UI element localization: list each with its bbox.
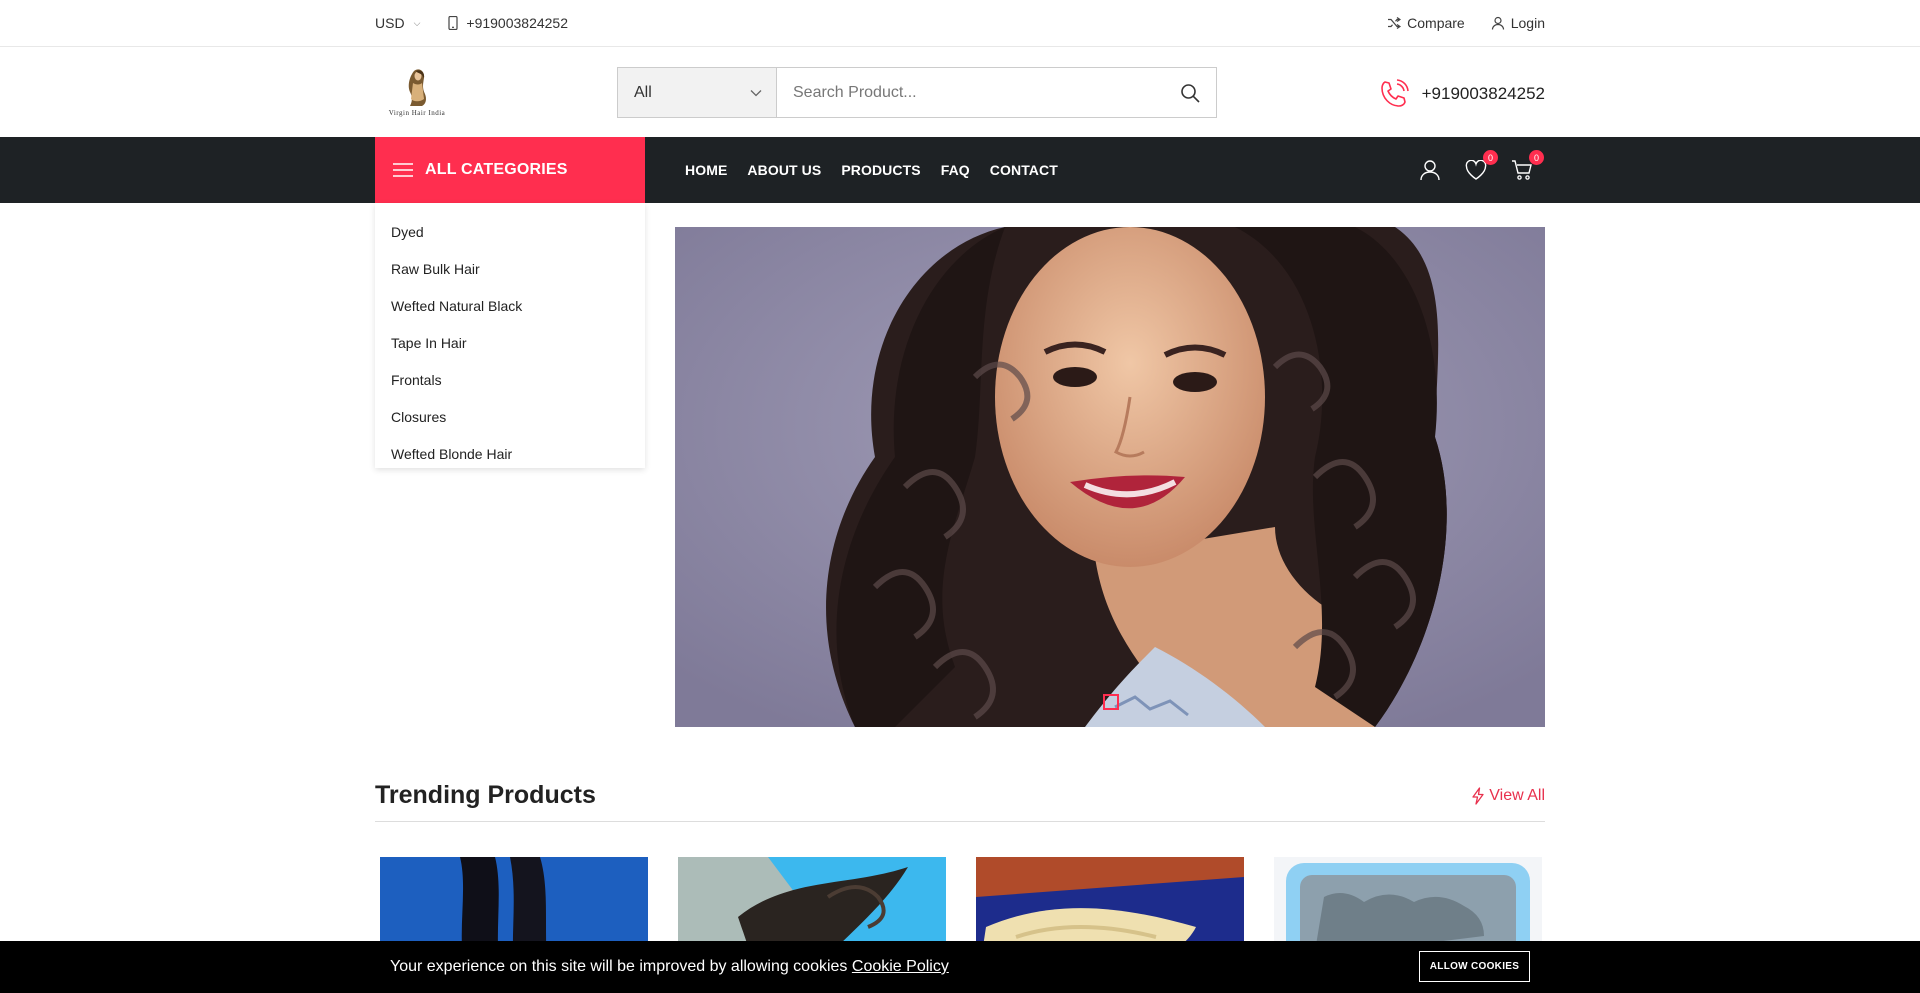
category-item-dyed[interactable]: Dyed	[375, 213, 645, 250]
trending-section-header: Trending Products View All	[375, 770, 1545, 822]
site-logo[interactable]: Virgin Hair India	[377, 67, 457, 117]
nav-products[interactable]: PRODUCTS	[841, 162, 920, 178]
category-item-raw-bulk-hair[interactable]: Raw Bulk Hair	[375, 250, 645, 287]
cookie-consent-bar: Your experience on this site will be imp…	[0, 941, 1920, 993]
mobile-phone-icon	[448, 16, 458, 30]
category-item-closures[interactable]: Closures	[375, 398, 645, 435]
topbar-phone-number: +919003824252	[466, 15, 568, 31]
lightning-icon	[1472, 786, 1484, 805]
search-button[interactable]	[1164, 68, 1216, 117]
main-menu: HOME ABOUT US PRODUCTS FAQ CONTACT	[685, 137, 1058, 203]
topbar-phone[interactable]: +919003824252	[446, 15, 568, 31]
currency-value: USD	[375, 15, 405, 31]
chevron-down-icon	[750, 89, 762, 96]
hero-model-image	[675, 227, 1545, 727]
nav-home[interactable]: HOME	[685, 162, 727, 178]
search-bar: All	[617, 67, 1217, 118]
nav-icons: 0 0	[1418, 137, 1544, 203]
user-icon	[1420, 160, 1440, 181]
main-navbar: ALL CATEGORIES HOME ABOUT US PRODUCTS FA…	[0, 137, 1920, 203]
login-label: Login	[1510, 15, 1545, 31]
search-category-value: All	[634, 83, 652, 101]
wishlist-button[interactable]: 0	[1464, 150, 1498, 182]
categories-dropdown: Dyed Raw Bulk Hair Wefted Natural Black …	[375, 203, 645, 468]
cart-count-badge: 0	[1529, 150, 1544, 165]
category-item-wefted-blonde-hair[interactable]: Wefted Blonde Hair	[375, 435, 645, 472]
account-button[interactable]	[1418, 158, 1442, 182]
cart-button[interactable]: 0	[1510, 150, 1544, 182]
category-item-frontals[interactable]: Frontals	[375, 361, 645, 398]
wishlist-count-badge: 0	[1483, 150, 1498, 165]
shuffle-icon	[1388, 17, 1402, 29]
heart-icon	[1465, 160, 1487, 180]
all-categories-button[interactable]: ALL CATEGORIES	[375, 137, 645, 203]
trending-title: Trending Products	[375, 781, 596, 809]
user-icon	[1491, 16, 1504, 30]
category-item-tape-in-hair[interactable]: Tape In Hair	[375, 324, 645, 361]
nav-about-us[interactable]: ABOUT US	[747, 162, 821, 178]
compare-link[interactable]: Compare	[1387, 15, 1465, 31]
compare-label: Compare	[1407, 15, 1465, 31]
category-item-wefted-natural-black[interactable]: Wefted Natural Black	[375, 287, 645, 324]
hamburger-menu-icon	[393, 163, 413, 177]
all-categories-label: ALL CATEGORIES	[425, 161, 568, 178]
search-category-select[interactable]: All	[618, 68, 777, 117]
currency-selector[interactable]: USD ⌵	[375, 15, 420, 31]
top-bar: USD ⌵ +919003824252 Compare Login	[0, 0, 1920, 47]
search-input[interactable]	[777, 68, 1164, 117]
chevron-down-icon: ⌵	[413, 17, 421, 28]
allow-cookies-button[interactable]: ALLOW COOKIES	[1419, 951, 1530, 982]
cookie-policy-link[interactable]: Cookie Policy	[852, 958, 949, 975]
cookie-message: Your experience on this site will be imp…	[390, 958, 949, 976]
login-link[interactable]: Login	[1491, 15, 1545, 31]
header-phone-number: +919003824252	[1421, 84, 1545, 103]
nav-contact[interactable]: CONTACT	[990, 162, 1058, 178]
header-phone[interactable]: +919003824252	[1378, 78, 1545, 110]
hero-banner[interactable]	[675, 227, 1545, 727]
view-all-link[interactable]: View All	[1471, 787, 1545, 805]
logo-woman-image	[408, 69, 426, 106]
nav-faq[interactable]: FAQ	[941, 162, 970, 178]
view-all-label: View All	[1489, 786, 1545, 804]
search-icon	[1181, 83, 1200, 103]
phone-ringing-icon	[1380, 79, 1409, 107]
cookie-message-text: Your experience on this site will be imp…	[390, 958, 848, 975]
logo-text: Virgin Hair India	[388, 109, 446, 117]
cart-icon	[1512, 160, 1532, 180]
site-header: Virgin Hair India All +919003824252	[375, 47, 1545, 137]
